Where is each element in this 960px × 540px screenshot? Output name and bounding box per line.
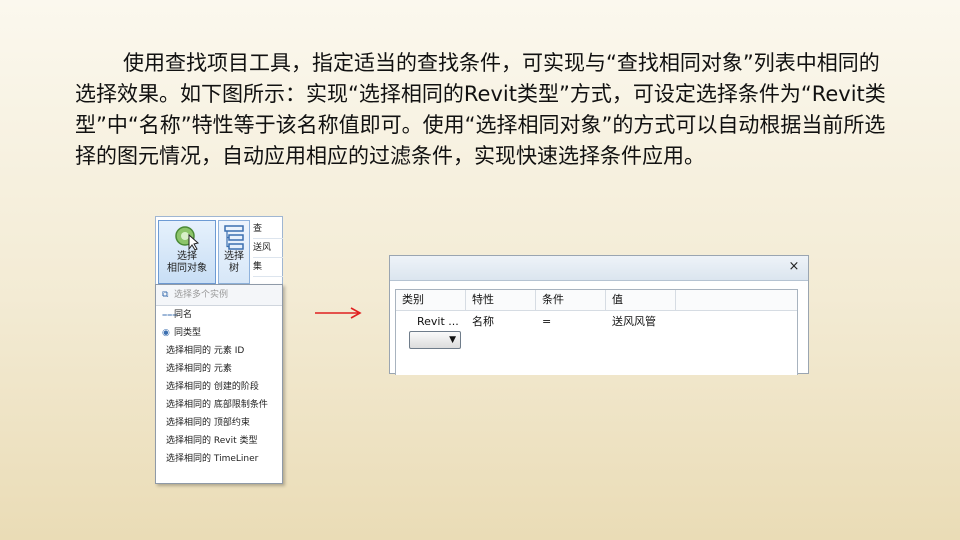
cell-category[interactable]: Revit ...	[417, 311, 463, 333]
cell-property[interactable]: 名称	[472, 311, 532, 333]
menu-item-phase-created[interactable]: 选择相同的 创建的阶段	[156, 378, 282, 396]
set-item[interactable]: 集	[253, 258, 283, 277]
menu-item-base-constraint[interactable]: 选择相同的 底部限制条件	[156, 396, 282, 414]
same-type-icon: ◉	[162, 328, 170, 338]
right-arrow-icon	[315, 307, 362, 319]
dialog-titlebar: ×	[390, 256, 808, 281]
menu-item-element[interactable]: 选择相同的 元素	[156, 360, 282, 378]
multi-instance-icon: ⧉	[162, 290, 169, 300]
select-tree-label-2: 树	[229, 263, 239, 274]
select-tree-button[interactable]: 选择 树	[218, 220, 250, 284]
menu-item-same-type[interactable]: ◉ 同类型	[156, 324, 282, 342]
menu-item-top-constraint[interactable]: 选择相同的 顶部约束	[156, 414, 282, 432]
select-tree-label-1: 选择	[224, 251, 244, 262]
menu-item-same-name[interactable]: ⩶同名	[156, 306, 282, 324]
menu-header: ⧉ 选择多个实例	[156, 285, 282, 306]
find-items-dialog: × 类别 特性 条件 值 Revit ... 名称 = 送风风管 ▼	[389, 255, 809, 375]
menu-item-element-id[interactable]: 选择相同的 元素 ID	[156, 342, 282, 360]
cell-value[interactable]: 送风风管	[612, 311, 692, 333]
select-same-icon	[175, 226, 200, 251]
category-dropdown[interactable]: ▼	[409, 331, 461, 349]
ribbon-menu-screenshot: 选择 相同对象 选择 树 查 送风 集 ⧉ 选择多个实例 ⩶同名 ◉ 同类型 选择相…	[155, 216, 283, 484]
ribbon-side-column: 查 送风 集	[253, 220, 283, 277]
select-same-dropdown: ⧉ 选择多个实例 ⩶同名 ◉ 同类型 选择相同的 元素 ID 选择相同的 元素 选择…	[155, 284, 283, 484]
table-row[interactable]: Revit ... 名称 = 送风风管	[396, 311, 797, 333]
supply-air-item[interactable]: 送风	[253, 239, 283, 258]
column-condition[interactable]: 条件	[536, 290, 606, 310]
select-same-label-1: 选择	[177, 251, 197, 262]
grid-header: 类别 特性 条件 值	[396, 290, 797, 311]
instruction-paragraph: 使用查找项目工具，指定适当的查找条件，可实现与“查找相同对象”列表中相同的选择效…	[75, 51, 886, 168]
close-icon[interactable]: ×	[786, 259, 802, 275]
same-name-icon: ⩶	[162, 310, 178, 320]
menu-item-timeliner[interactable]: 选择相同的 TimeLiner	[156, 450, 282, 468]
tree-icon	[224, 225, 244, 250]
cell-condition[interactable]: =	[542, 311, 602, 333]
select-same-label-2: 相同对象	[167, 263, 207, 274]
find-item[interactable]: 查	[253, 220, 283, 239]
column-category[interactable]: 类别	[396, 290, 466, 310]
column-value[interactable]: 值	[606, 290, 676, 310]
ribbon-panel: 选择 相同对象 选择 树 查 送风 集	[155, 216, 283, 286]
column-property[interactable]: 特性	[466, 290, 536, 310]
dropdown-arrow-icon: ▼	[449, 335, 456, 345]
menu-item-revit-type[interactable]: 选择相同的 Revit 类型	[156, 432, 282, 450]
select-same-objects-button[interactable]: 选择 相同对象	[158, 220, 216, 284]
